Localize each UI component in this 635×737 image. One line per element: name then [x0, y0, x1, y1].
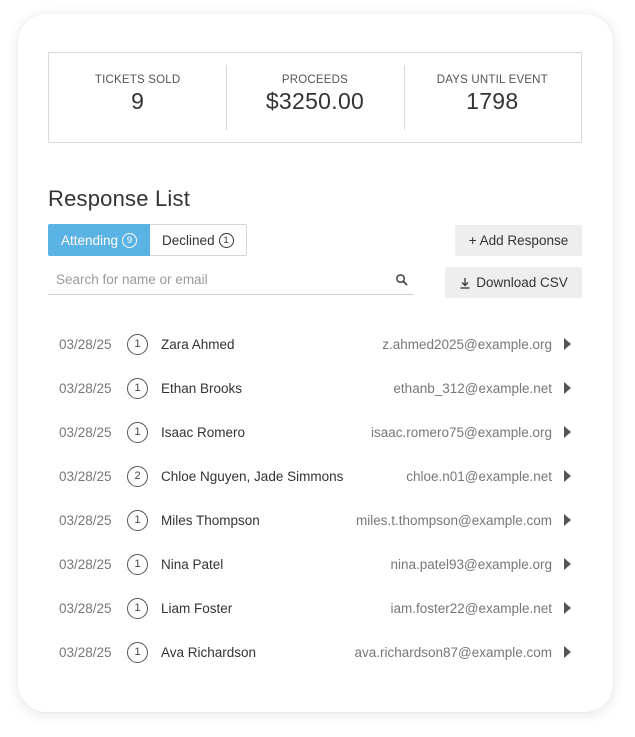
tab-attending[interactable]: Attending 9: [48, 224, 151, 256]
response-name: Isaac Romero: [161, 424, 246, 440]
response-tabs: Attending 9 Declined 1: [48, 224, 247, 256]
stat-value: 1798: [466, 88, 519, 114]
add-response-label: + Add Response: [468, 233, 569, 248]
response-date: 03/28/25: [59, 468, 112, 484]
chevron-right-icon[interactable]: [564, 382, 571, 394]
search-icon[interactable]: [395, 273, 408, 286]
chevron-right-icon[interactable]: [564, 470, 571, 482]
search-bar: [48, 268, 414, 295]
response-date: 03/28/25: [59, 644, 112, 660]
stat-value: $3250.00: [265, 88, 365, 114]
response-row[interactable]: 03/28/25 1 Nina Patel nina.patel93@examp…: [48, 542, 582, 586]
stat-days-until-event: DAYS UNTIL EVENT 1798: [403, 53, 581, 142]
response-list: 03/28/25 1 Zara Ahmed z.ahmed2025@exampl…: [48, 322, 582, 674]
search-input[interactable]: [56, 271, 376, 287]
response-count-badge: 1: [127, 641, 148, 663]
chevron-right-icon[interactable]: [564, 514, 571, 526]
response-name: Ava Richardson: [161, 644, 257, 660]
tab-count-badge: 9: [122, 232, 138, 248]
response-email: ava.richardson87@example.com: [354, 644, 552, 660]
tab-count-badge: 1: [218, 232, 234, 248]
response-name: Nina Patel: [161, 556, 224, 572]
response-email: isaac.romero75@example.org: [370, 424, 552, 440]
response-count-badge: 1: [127, 553, 148, 575]
stat-label: TICKETS SOLD: [94, 74, 181, 86]
response-row[interactable]: 03/28/25 1 Miles Thompson miles.t.thomps…: [48, 498, 582, 542]
chevron-right-icon[interactable]: [564, 558, 571, 570]
download-icon: [460, 277, 470, 289]
tab-label: Attending: [61, 232, 119, 248]
response-row[interactable]: 03/28/25 2 Chloe Nguyen, Jade Simmons ch…: [48, 454, 582, 498]
response-count-badge: 1: [127, 421, 148, 443]
response-name: Miles Thompson: [161, 512, 260, 528]
response-email: z.ahmed2025@example.org: [382, 336, 552, 352]
response-email: chloe.n01@example.net: [406, 468, 552, 484]
response-count-badge: 1: [127, 597, 148, 619]
response-row[interactable]: 03/28/25 1 Ethan Brooks ethanb_312@examp…: [48, 366, 582, 410]
add-response-button[interactable]: + Add Response: [455, 225, 582, 256]
response-count-badge: 1: [127, 377, 148, 399]
stats-panel: TICKETS SOLD 9 PROCEEDS $3250.00 DAYS UN…: [48, 52, 582, 143]
chevron-right-icon[interactable]: [564, 646, 571, 658]
response-email: miles.t.thompson@example.com: [355, 512, 552, 528]
response-row[interactable]: 03/28/25 1 Ava Richardson ava.richardson…: [48, 630, 582, 674]
response-row[interactable]: 03/28/25 1 Zara Ahmed z.ahmed2025@exampl…: [48, 322, 582, 366]
response-row[interactable]: 03/28/25 1 Isaac Romero isaac.romero75@e…: [48, 410, 582, 454]
response-date: 03/28/25: [59, 600, 112, 616]
section-title: Response List: [48, 186, 191, 211]
download-csv-button[interactable]: Download CSV: [445, 267, 582, 298]
stat-label: PROCEEDS: [281, 74, 349, 86]
tab-declined[interactable]: Declined 1: [150, 224, 247, 256]
response-email: iam.foster22@example.net: [390, 600, 552, 616]
download-csv-label: Download CSV: [476, 275, 568, 290]
response-date: 03/28/25: [59, 424, 112, 440]
response-date: 03/28/25: [59, 380, 112, 396]
response-email: ethanb_312@example.net: [393, 380, 552, 396]
chevron-right-icon[interactable]: [564, 602, 571, 614]
response-row[interactable]: 03/28/25 1 Liam Foster iam.foster22@exam…: [48, 586, 582, 630]
response-date: 03/28/25: [59, 556, 112, 572]
stat-value: 9: [131, 88, 145, 114]
response-name: Chloe Nguyen, Jade Simmons: [161, 468, 344, 484]
response-count-badge: 1: [127, 333, 148, 355]
response-name: Ethan Brooks: [161, 380, 243, 396]
response-date: 03/28/25: [59, 336, 112, 352]
response-name: Zara Ahmed: [161, 336, 235, 352]
stat-proceeds: PROCEEDS $3250.00: [226, 53, 403, 142]
stat-label: DAYS UNTIL EVENT: [436, 74, 548, 86]
stat-tickets-sold: TICKETS SOLD 9: [49, 53, 226, 142]
response-name: Liam Foster: [161, 600, 233, 616]
event-summary-card: TICKETS SOLD 9 PROCEEDS $3250.00 DAYS UN…: [18, 14, 613, 712]
tab-label: Declined: [162, 232, 215, 248]
chevron-right-icon[interactable]: [564, 426, 571, 438]
chevron-right-icon[interactable]: [564, 338, 571, 350]
response-count-badge: 2: [127, 465, 148, 487]
response-email: nina.patel93@example.org: [390, 556, 552, 572]
response-date: 03/28/25: [59, 512, 112, 528]
response-count-badge: 1: [127, 509, 148, 531]
